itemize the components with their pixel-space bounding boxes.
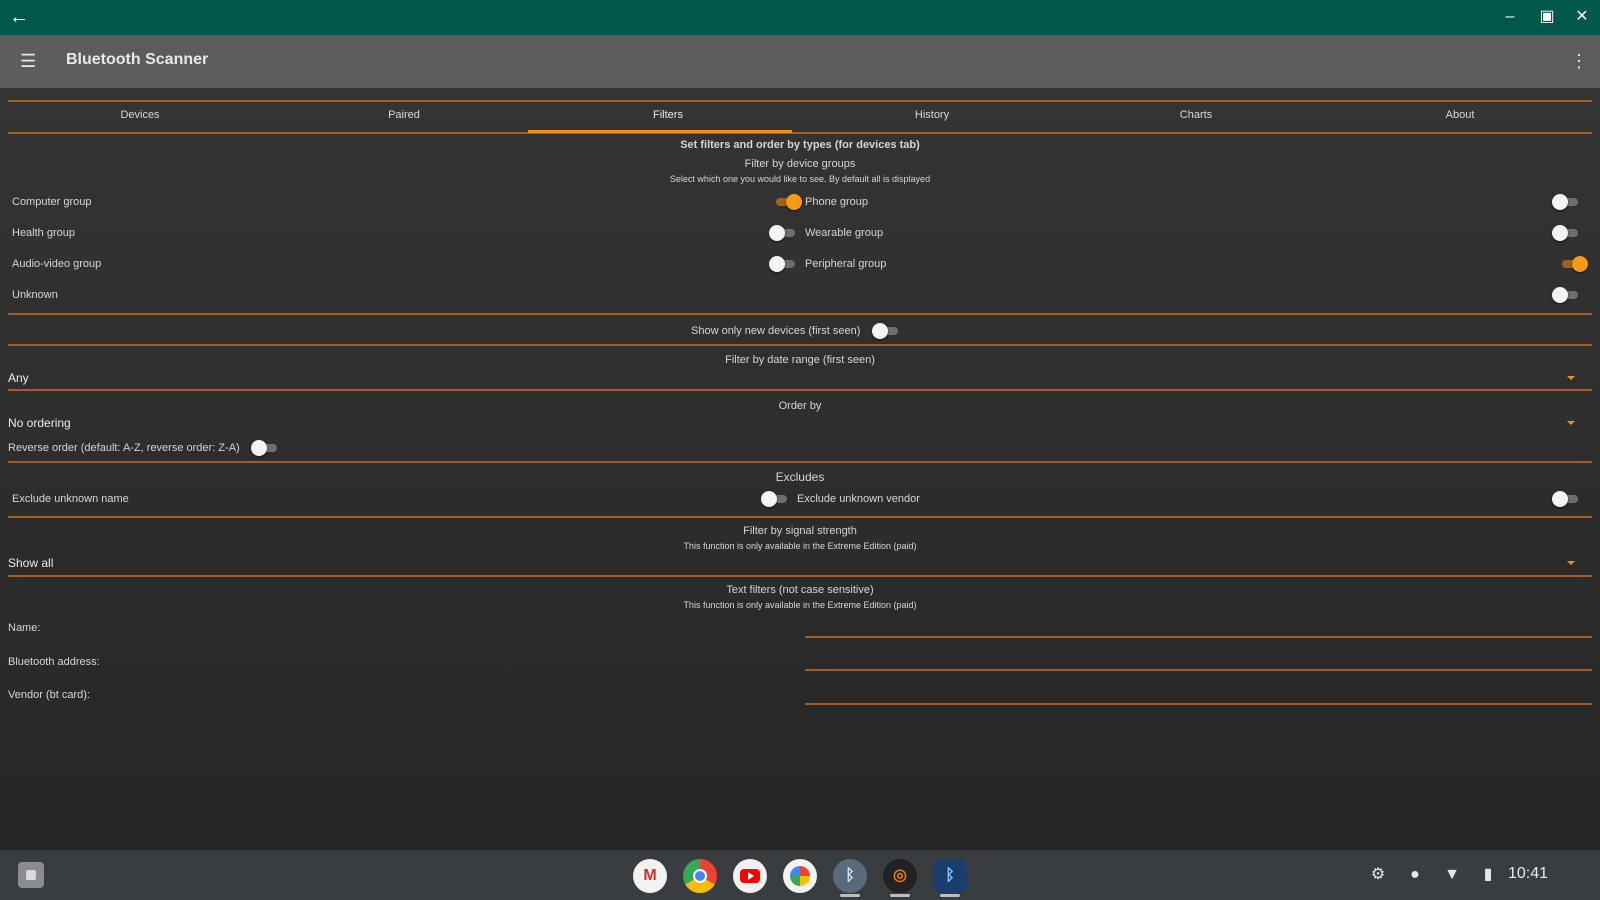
reverse-order-label: Reverse order (default: A-Z, reverse ord… xyxy=(8,442,240,454)
running-indicator xyxy=(890,894,910,897)
exclude-unknown-name-label: Exclude unknown name xyxy=(12,493,129,505)
text-filters-title: Text filters (not case sensitive) xyxy=(726,584,874,596)
dropdown-arrow-icon[interactable] xyxy=(1567,376,1575,380)
active-tab-indicator xyxy=(528,130,792,133)
computer-group-toggle[interactable] xyxy=(774,194,802,210)
groups-title: Filter by device groups xyxy=(744,158,856,170)
name-filter-input[interactable] xyxy=(805,636,1592,638)
gmail-icon[interactable]: M xyxy=(633,859,667,893)
settings-icon[interactable]: ⚙ xyxy=(1368,865,1388,885)
peripheral-group-toggle[interactable] xyxy=(1560,256,1588,272)
divider xyxy=(8,344,1592,346)
youtube-icon[interactable] xyxy=(733,859,767,893)
date-range-dropdown[interactable]: Any xyxy=(8,371,29,385)
tab-about[interactable]: About xyxy=(1328,102,1592,128)
text-filters-note: This function is only available in the E… xyxy=(683,600,917,610)
tabs-bottom-divider xyxy=(8,132,1592,134)
vendor-filter-label: Vendor (bt card): xyxy=(8,689,90,701)
running-indicator xyxy=(940,894,960,897)
dropdown-arrow-icon[interactable] xyxy=(1567,561,1575,565)
order-by-title: Order by xyxy=(778,400,822,412)
wifi-icon[interactable]: ▼ xyxy=(1442,865,1462,885)
address-filter-label: Bluetooth address: xyxy=(8,656,100,668)
bluetooth-scanner-icon[interactable]: ᛒ xyxy=(833,859,867,893)
phone-group-label: Phone group xyxy=(805,196,868,208)
name-filter-label: Name: xyxy=(8,622,41,634)
excludes-title: Excludes xyxy=(775,470,825,484)
more-vert-icon[interactable]: ⋮ xyxy=(1570,51,1588,71)
unknown-group-toggle[interactable] xyxy=(1552,287,1580,303)
running-indicator xyxy=(840,894,860,897)
divider xyxy=(8,516,1592,518)
system-shelf: M ᛒ ◎ ᛒ ⚙ ● ▼ ▮ 10:41 xyxy=(0,850,1600,900)
exclude-unknown-name-toggle[interactable] xyxy=(761,491,789,507)
reverse-order-toggle[interactable] xyxy=(251,440,279,456)
audio-video-group-label: Audio-video group xyxy=(12,258,102,270)
phone-group-toggle[interactable] xyxy=(1552,194,1580,210)
signal-dropdown[interactable]: Show all xyxy=(8,556,53,570)
hamburger-icon[interactable]: ☰ xyxy=(20,51,40,71)
vendor-filter-input[interactable] xyxy=(805,703,1592,705)
tab-bar: Devices Paired Filters History Charts Ab… xyxy=(8,102,1592,128)
game-icon[interactable]: ◎ xyxy=(883,859,917,893)
app-title: Bluetooth Scanner xyxy=(66,51,209,68)
health-group-label: Health group xyxy=(12,227,75,239)
app-icon[interactable]: ᛒ xyxy=(933,859,967,893)
peripheral-group-label: Peripheral group xyxy=(805,258,887,270)
app-bar: ☰ Bluetooth Scanner ⋮ xyxy=(0,35,1600,88)
close-icon[interactable]: ✕ xyxy=(1572,7,1592,27)
notification-icon[interactable]: ● xyxy=(1405,865,1425,885)
photos-icon[interactable] xyxy=(783,859,817,893)
divider xyxy=(8,389,1592,391)
order-by-dropdown[interactable]: No ordering xyxy=(8,416,71,430)
maximize-icon[interactable]: ▣ xyxy=(1537,7,1557,27)
signal-filter-note: This function is only available in the E… xyxy=(683,541,917,551)
clock[interactable]: 10:41 xyxy=(1508,865,1548,883)
minimize-icon[interactable]: – xyxy=(1500,7,1520,27)
tab-history[interactable]: History xyxy=(800,102,1064,128)
address-filter-input[interactable] xyxy=(805,669,1592,671)
exclude-unknown-vendor-label: Exclude unknown vendor xyxy=(797,493,920,505)
dropdown-arrow-icon[interactable] xyxy=(1567,421,1575,425)
window-titlebar: ← – ▣ ✕ xyxy=(0,0,1600,35)
date-range-title: Filter by date range (first seen) xyxy=(725,354,875,366)
divider xyxy=(8,313,1592,315)
signal-filter-title: Filter by signal strength xyxy=(743,525,857,537)
back-arrow-icon[interactable]: ← xyxy=(8,6,30,28)
wearable-group-label: Wearable group xyxy=(805,227,884,239)
groups-subtitle: Select which one you would like to see. … xyxy=(669,174,931,184)
exclude-unknown-vendor-toggle[interactable] xyxy=(1552,491,1580,507)
tab-filters[interactable]: Filters xyxy=(536,102,800,128)
computer-group-label: Computer group xyxy=(12,196,92,208)
tab-paired[interactable]: Paired xyxy=(272,102,536,128)
filters-header-title: Set filters and order by types (for devi… xyxy=(680,139,920,151)
divider xyxy=(8,461,1592,463)
launcher-icon[interactable] xyxy=(18,862,44,888)
battery-icon[interactable]: ▮ xyxy=(1478,865,1498,885)
audio-video-group-toggle[interactable] xyxy=(769,256,797,272)
divider xyxy=(8,575,1592,577)
wearable-group-toggle[interactable] xyxy=(1552,225,1580,241)
chrome-icon[interactable] xyxy=(683,859,717,893)
tab-devices[interactable]: Devices xyxy=(8,102,272,128)
new-devices-toggle[interactable] xyxy=(872,323,900,339)
unknown-group-label: Unknown xyxy=(12,289,58,301)
health-group-toggle[interactable] xyxy=(769,225,797,241)
new-devices-label: Show only new devices (first seen) xyxy=(691,325,861,337)
tab-charts[interactable]: Charts xyxy=(1064,102,1328,128)
